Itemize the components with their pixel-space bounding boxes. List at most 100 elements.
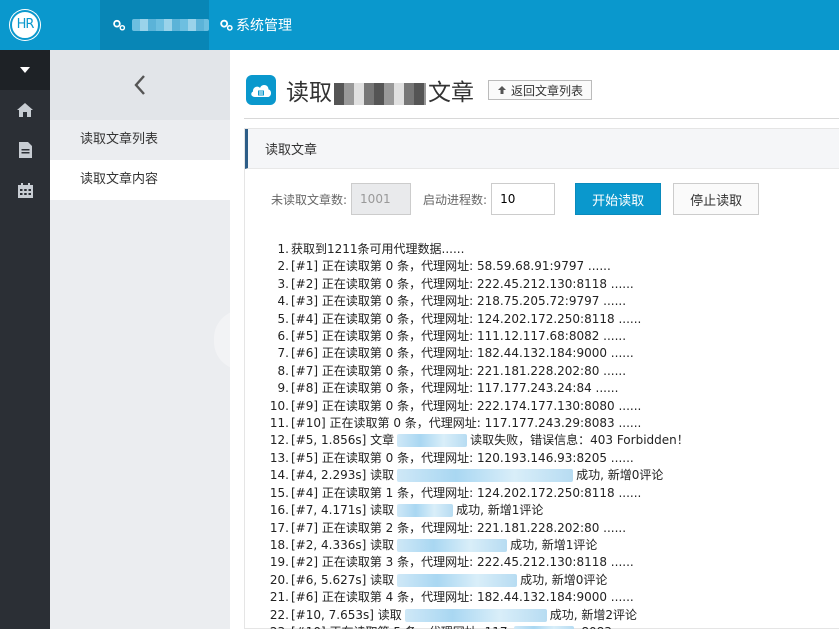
redacted-text xyxy=(397,434,468,448)
log-line-text: [#7] 正在读取第 2 条，代理网址: 221.181.228.202:80 … xyxy=(291,520,627,535)
log-line: 13. [#5] 正在读取第 0 条，代理网址: 120.193.146.93:8… xyxy=(270,450,839,467)
log-line: 17. [#7] 正在读取第 2 条，代理网址: 221.181.228.202:… xyxy=(270,520,839,537)
redacted-text xyxy=(397,538,508,552)
rail-home[interactable] xyxy=(0,90,50,130)
log-line: 22. [#10, 7.653s] 读取 成功, 新增2评论 xyxy=(270,607,839,624)
topnav-item-redacted[interactable] xyxy=(100,0,209,50)
redacted-text xyxy=(397,469,574,483)
process-count-input[interactable] xyxy=(491,183,556,215)
log-line-number: 22. xyxy=(269,607,289,622)
page-title: 读取 文章 xyxy=(286,73,474,107)
back-to-list-button[interactable]: 返回文章列表 xyxy=(488,80,593,100)
log-list: 1. 获取到1211条可用代理数据...... 2. [#1] 正在读取第 0 条，代… xyxy=(270,241,839,629)
secondary-sidebar: 读取文章列表 读取文章内容 xyxy=(50,50,230,629)
rail-document[interactable] xyxy=(0,130,50,170)
log-line: 9. [#8] 正在读取第 0 条，代理网址: 117.177.243.24:84… xyxy=(273,380,839,397)
chevron-left-icon xyxy=(134,75,145,95)
log-line: 7. [#6] 正在读取第 0 条，代理网址: 182.44.132.184:90… xyxy=(273,345,839,362)
stop-read-button[interactable]: 停止读取 xyxy=(673,183,760,215)
log-line: 4. [#3] 正在读取第 0 条，代理网址: 218.75.205.72:979… xyxy=(273,293,839,310)
redacted-text xyxy=(404,608,547,622)
log-line-text: [#4, 2.293s] 读取 xyxy=(291,468,395,483)
redacted-text xyxy=(397,504,454,518)
page-header: 读取 文章 返回文章列表 xyxy=(246,72,593,108)
unread-count-label: 未读取文章数: xyxy=(271,192,348,207)
log-line-text: [#5] 正在读取第 0 条，代理网址: 120.193.146.93:8205… xyxy=(291,450,634,465)
control-row: 未读取文章数: 启动进程数: 开始读取 停止读取 xyxy=(245,183,839,215)
log-line: 3. [#2] 正在读取第 0 条，代理网址: 222.45.212.130:81… xyxy=(273,276,839,293)
log-line-text: [#10, 7.653s] 读取 xyxy=(291,607,402,622)
log-line-number: 13. xyxy=(269,450,289,465)
topnav-item-system[interactable]: 系统管理 xyxy=(219,0,292,50)
log-line-number: 4. xyxy=(277,294,289,309)
log-line-text: [#2, 4.336s] 读取 xyxy=(291,537,395,552)
log-line: 5. [#4] 正在读取第 0 条，代理网址: 124.202.172.250:8… xyxy=(273,311,839,328)
log-line-text: [#6] 正在读取第 4 条，代理网址: 182.44.132.184:9000… xyxy=(291,590,634,605)
log-line-number: 5. xyxy=(277,311,289,326)
log-line-number: 7. xyxy=(277,346,289,361)
panel-title: 读取文章 xyxy=(245,129,839,169)
log-line-number: 21. xyxy=(269,590,289,605)
log-line-number: 11. xyxy=(269,416,289,431)
log-line-result: 成功, 新增0评论 xyxy=(576,468,664,483)
log-line-number: 16. xyxy=(269,503,289,518)
log-line-number: 6. xyxy=(277,329,289,344)
back-to-list-label: 返回文章列表 xyxy=(511,83,584,98)
log-line-text: [#10] 正在读取第 0 条，代理网址: 117.177.243.29:808… xyxy=(291,416,642,431)
log-line-text: [#6] 正在读取第 0 条，代理网址: 182.44.132.184:9000… xyxy=(291,346,634,361)
log-line: 1. 获取到1211条可用代理数据...... xyxy=(273,241,839,258)
header-divider xyxy=(244,118,839,119)
log-line: 21. [#6] 正在读取第 4 条，代理网址: 182.44.132.184:9… xyxy=(270,589,839,606)
page-title-suffix: 文章 xyxy=(428,80,474,106)
log-line-number: 2. xyxy=(277,259,289,274)
rail-calendar[interactable] xyxy=(0,170,50,210)
gears-icon xyxy=(220,19,233,31)
log-line-number: 19. xyxy=(269,555,289,570)
logo[interactable]: HR xyxy=(0,0,50,50)
log-line-text: [#3] 正在读取第 0 条，代理网址: 218.75.205.72:9797 … xyxy=(291,294,627,309)
top-bar: HR 系统管理 xyxy=(0,0,839,50)
arrow-up-icon xyxy=(498,86,506,94)
unread-count-field xyxy=(351,183,412,215)
log-line: 11. [#10] 正在读取第 0 条，代理网址: 117.177.243.29:… xyxy=(270,415,839,432)
cloud-icon xyxy=(246,75,276,105)
log-line-number: 8. xyxy=(277,363,289,378)
log-line-text: [#7] 正在读取第 0 条，代理网址: 221.181.228.202:80 … xyxy=(291,363,627,378)
log-line-result: 读取失败，错误信息：403 Forbidden！ xyxy=(470,433,689,448)
gears-icon xyxy=(113,19,126,31)
log-line-number: 1. xyxy=(277,242,289,256)
redacted-text xyxy=(397,573,518,587)
log-line: 20. [#6, 5.627s] 读取 成功, 新增0评论 xyxy=(270,572,839,589)
log-line-number: 15. xyxy=(269,485,289,500)
redacted-label xyxy=(132,19,209,31)
log-line-text: [#5] 正在读取第 0 条，代理网址: 111.12.117.68:8082 … xyxy=(291,329,627,344)
log-line: 18. [#2, 4.336s] 读取 成功, 新增1评论 xyxy=(270,537,839,554)
logo-badge: HR xyxy=(10,10,40,40)
log-line: 23.[#10] 正在读取第 5 条，代理网址: 117.:8083 xyxy=(270,624,839,629)
rail-toggle[interactable] xyxy=(0,50,50,90)
log-line: 8. [#7] 正在读取第 0 条，代理网址: 221.181.228.202:8… xyxy=(273,363,839,380)
log-line-text: [#8] 正在读取第 0 条，代理网址: 117.177.243.24:84 .… xyxy=(291,381,619,396)
log-line-text: [#1] 正在读取第 0 条，代理网址: 58.59.68.91:9797 ..… xyxy=(291,259,611,274)
log-line: 14. [#4, 2.293s] 读取 成功, 新增0评论 xyxy=(270,467,839,484)
log-line-text: [#2] 正在读取第 3 条，代理网址: 222.45.212.130:8118… xyxy=(291,555,634,570)
log-line: 19. [#2] 正在读取第 3 条，代理网址: 222.45.212.130:8… xyxy=(270,554,839,571)
log-line: 15. [#4] 正在读取第 1 条，代理网址: 124.202.172.250:… xyxy=(270,485,839,502)
log-line: 2. [#1] 正在读取第 0 条，代理网址: 58.59.68.91:9797 … xyxy=(273,258,839,275)
start-read-button[interactable]: 开始读取 xyxy=(575,183,662,215)
caret-down-icon xyxy=(20,67,30,73)
log-line-number: 10. xyxy=(269,398,289,413)
log-line-result: 成功, 新增0评论 xyxy=(520,572,608,587)
log-line-text: [#7, 4.171s] 读取 xyxy=(291,503,395,518)
read-article-panel: 读取文章 未读取文章数: 启动进程数: 开始读取 停止读取 1.获取到1211条… xyxy=(244,128,839,629)
home-icon xyxy=(17,103,33,117)
log-output: 1. 获取到1211条可用代理数据...... 2. [#1] 正在读取第 0 条，代… xyxy=(245,237,839,629)
log-line-number: 18. xyxy=(269,537,289,552)
log-line-text: [#4] 正在读取第 1 条，代理网址: 124.202.172.250:811… xyxy=(291,485,642,500)
icon-rail xyxy=(0,50,50,629)
log-line-number: 12. xyxy=(269,433,289,448)
sidebar-item-article-list[interactable]: 读取文章列表 xyxy=(50,120,230,160)
sidebar-collapse-button[interactable] xyxy=(50,50,230,120)
log-line-result: :8083 xyxy=(577,625,612,629)
sidebar-item-article-content[interactable]: 读取文章内容 xyxy=(50,160,230,200)
